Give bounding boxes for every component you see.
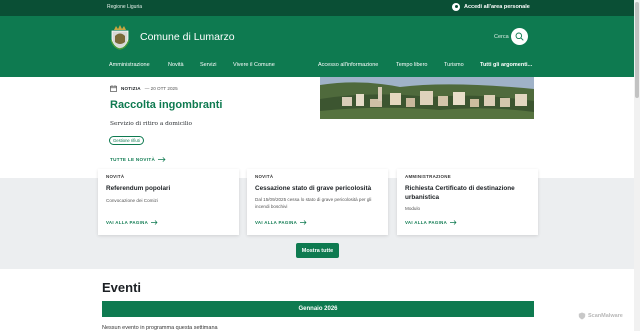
card-title[interactable]: Referendum popolari [106, 185, 234, 194]
calendar-month-bar[interactable]: Gennaio 2026 [102, 301, 534, 317]
top-bar: Regione Liguria Accedi all'area personal… [0, 0, 634, 16]
card-link[interactable]: VAI ALLA PAGINA [255, 220, 307, 225]
card-description: Convocazione dei Comizi [106, 198, 158, 203]
hero-topic-tag[interactable]: Gestione rifiuti [109, 136, 144, 145]
hero-image [320, 77, 534, 119]
search-label: Cerca [494, 34, 509, 40]
page-scrollbar[interactable] [634, 0, 640, 331]
card-link[interactable]: VAI ALLA PAGINA [405, 220, 457, 225]
login-label: Accedi all'area personale [464, 4, 530, 10]
user-avatar-icon [452, 3, 460, 11]
region-link[interactable]: Regione Liguria [107, 4, 142, 10]
card-link-label: VAI ALLA PAGINA [255, 220, 298, 225]
site-title[interactable]: Comune di Lumarzo [140, 31, 235, 43]
nav-item-servizi[interactable]: Servizi [200, 62, 217, 68]
hero-title[interactable]: Raccolta ingombranti [110, 99, 222, 111]
nav-item-turismo[interactable]: Turismo [444, 62, 464, 68]
arrow-right-icon [158, 157, 166, 162]
watermark: ScanMalware [578, 312, 623, 320]
site-header: Comune di Lumarzo Cerca Amministrazione … [0, 16, 634, 77]
news-card[interactable]: NOVITÀ Cessazione stato di grave pericol… [247, 169, 388, 235]
nav-item-tutti-gli-argomenti[interactable]: Tutti gli argomenti... [480, 62, 532, 68]
nav-item-novita[interactable]: Novità [168, 62, 184, 68]
arrow-right-icon [450, 220, 457, 225]
card-category: AMMINISTRAZIONE [405, 174, 451, 179]
card-category: NOVITÀ [255, 174, 274, 179]
watermark-label: ScanMalware [588, 313, 623, 319]
calendar-icon [110, 85, 117, 92]
search-button[interactable] [511, 28, 528, 45]
card-title[interactable]: Richiesta Certificato di destinazione ur… [405, 185, 533, 202]
card-link-label: VAI ALLA PAGINA [405, 220, 448, 225]
news-card[interactable]: NOVITÀ Referendum popolari Convocazione … [98, 169, 239, 235]
card-description: Modulo [405, 206, 421, 211]
shield-icon [578, 312, 586, 320]
search-icon [515, 32, 524, 41]
nav-item-accesso-informazione[interactable]: Accesso all'informazione [318, 62, 378, 68]
hero-date: — 20 OTT 2025 [144, 86, 178, 91]
card-link[interactable]: VAI ALLA PAGINA [106, 220, 158, 225]
scrollbar-thumb[interactable] [635, 2, 639, 98]
card-description: Dal 15/09/2025 cessa lo stato di grave p… [255, 197, 372, 209]
arrow-right-icon [300, 220, 307, 225]
events-heading: Eventi [102, 280, 142, 295]
all-news-label: TUTTE LE NOVITÀ [110, 157, 156, 162]
coat-of-arms-icon[interactable] [110, 24, 130, 50]
show-all-button[interactable]: Mostra tutte [296, 243, 339, 258]
nav-item-tempo-libero[interactable]: Tempo libero [396, 62, 428, 68]
card-category: NOVITÀ [106, 174, 125, 179]
news-card[interactable]: AMMINISTRAZIONE Richiesta Certificato di… [397, 169, 538, 235]
card-title[interactable]: Cessazione stato di grave pericolosità [255, 185, 383, 194]
all-news-link[interactable]: TUTTE LE NOVITÀ [110, 157, 166, 162]
card-link-label: VAI ALLA PAGINA [106, 220, 149, 225]
nav-item-amministrazione[interactable]: Amministrazione [109, 62, 150, 68]
login-button[interactable]: Accedi all'area personale [452, 3, 530, 11]
calendar-month-label: Gennaio 2026 [298, 306, 338, 312]
hero-kind: NOTIZIA [121, 86, 141, 91]
hero-subtitle: Servizio di ritiro a domicilio [110, 121, 193, 127]
nav-item-vivere-il-comune[interactable]: Vivere il Comune [233, 62, 275, 68]
arrow-right-icon [151, 220, 158, 225]
hero-meta: NOTIZIA — 20 OTT 2025 [110, 85, 178, 92]
events-empty-note: Nessun evento in programma questa settim… [102, 325, 218, 331]
